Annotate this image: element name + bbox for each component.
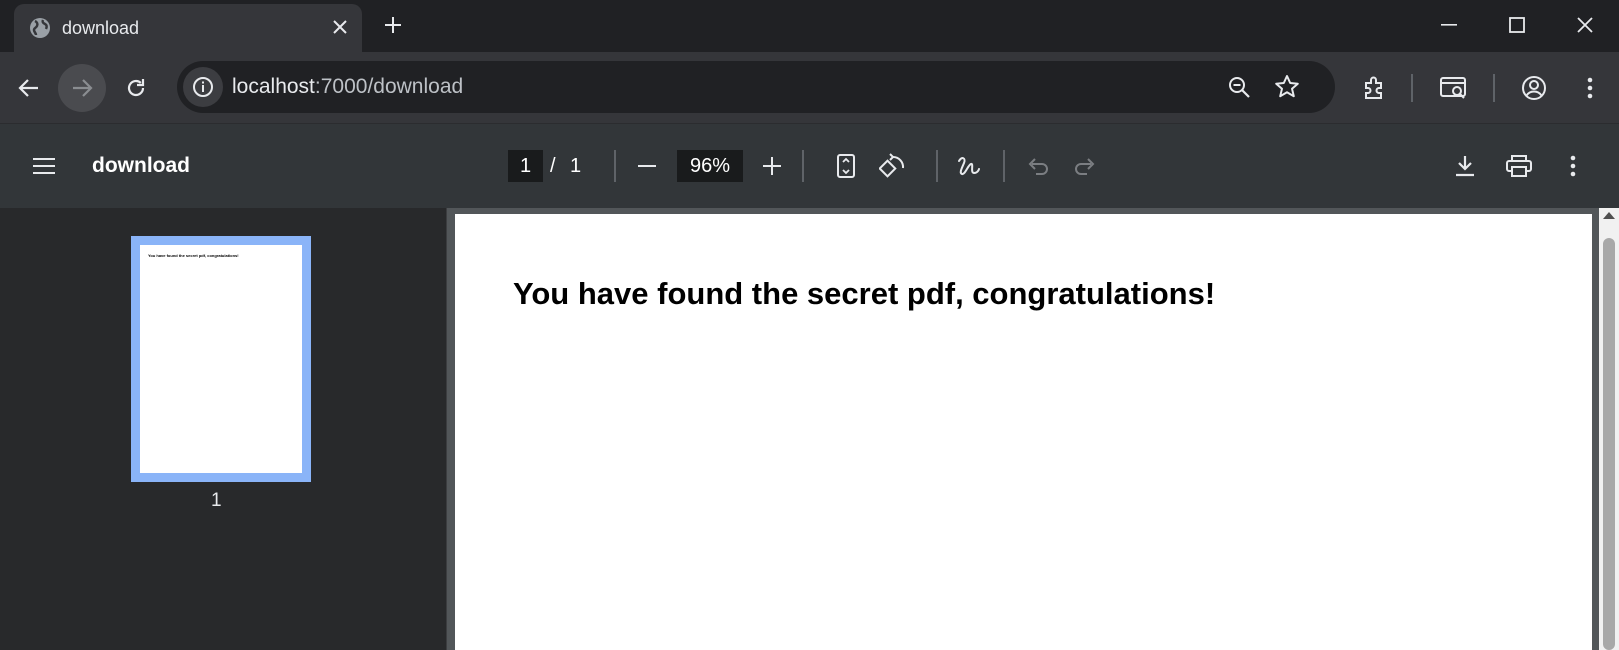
- maximize-button[interactable]: [1483, 0, 1551, 50]
- back-button[interactable]: [5, 64, 53, 112]
- total-pages: 1: [570, 155, 582, 177]
- zoom-level-input[interactable]: 96%: [677, 150, 743, 182]
- annotate-pen-icon[interactable]: [949, 146, 989, 186]
- fit-to-page-icon[interactable]: [826, 146, 866, 186]
- pdf-viewer: You have found the secret pdf, congratul…: [447, 208, 1619, 650]
- download-icon[interactable]: [1445, 146, 1485, 186]
- pdf-title: download: [92, 154, 190, 177]
- pdf-page: You have found the secret pdf, congratul…: [455, 214, 1592, 650]
- close-window-button[interactable]: [1551, 0, 1619, 50]
- print-icon[interactable]: [1499, 146, 1539, 186]
- url-text[interactable]: localhost:7000/download: [232, 75, 463, 99]
- zoom-out-icon[interactable]: [627, 146, 667, 186]
- bookmark-star-icon[interactable]: [1274, 74, 1300, 100]
- browser-toolbar: localhost:7000/download: [0, 52, 1619, 124]
- pdf-toolbar-divider: [1003, 150, 1005, 182]
- page-number-input[interactable]: 1: [508, 150, 543, 182]
- minimize-button[interactable]: [1415, 0, 1483, 50]
- redo-icon[interactable]: [1065, 146, 1105, 186]
- page-heading: You have found the secret pdf, congratul…: [513, 276, 1216, 311]
- new-tab-button[interactable]: [378, 10, 408, 40]
- site-info-icon[interactable]: [183, 67, 223, 107]
- pdf-more-options-icon[interactable]: [1553, 146, 1593, 186]
- url-host: localhost: [232, 75, 315, 98]
- pdf-toolbar: download 1 / 1 96%: [0, 124, 1619, 208]
- pdf-toolbar-divider: [936, 150, 938, 182]
- scrollbar-thumb[interactable]: [1603, 238, 1615, 650]
- pdf-toolbar-divider: [802, 150, 804, 182]
- zoom-icon[interactable]: [1227, 75, 1251, 99]
- toolbar-divider: [1493, 74, 1495, 102]
- thumbnail-page-number: 1: [211, 490, 222, 511]
- rotate-icon[interactable]: [873, 146, 913, 186]
- reload-button[interactable]: [112, 64, 160, 112]
- toolbar-divider: [1411, 74, 1413, 102]
- scroll-up-arrow-icon[interactable]: [1603, 212, 1615, 219]
- url-path: :7000/download: [314, 75, 464, 98]
- sidebar-menu-icon[interactable]: [24, 146, 64, 186]
- forward-button[interactable]: [58, 64, 106, 112]
- browser-menu-icon[interactable]: [1566, 64, 1614, 112]
- pdf-toolbar-divider: [614, 150, 616, 182]
- tab-search-icon[interactable]: [1430, 64, 1478, 112]
- zoom-in-icon[interactable]: [752, 146, 792, 186]
- tab-strip: download: [0, 0, 1619, 52]
- globe-icon: [28, 16, 52, 40]
- page-separator: /: [550, 155, 556, 177]
- browser-tab[interactable]: download: [14, 4, 362, 52]
- extensions-icon[interactable]: [1350, 64, 1398, 112]
- undo-icon[interactable]: [1018, 146, 1058, 186]
- tab-title: download: [62, 18, 140, 38]
- thumbnail-sidebar: You have found the secret pdf, congratul…: [0, 208, 447, 650]
- vertical-scrollbar[interactable]: [1599, 208, 1619, 650]
- page-thumbnail[interactable]: You have found the secret pdf, congratul…: [131, 236, 311, 482]
- thumbnail-page-preview: You have found the secret pdf, congratul…: [140, 245, 302, 473]
- profile-avatar-icon[interactable]: [1510, 64, 1558, 112]
- thumbnail-heading: You have found the secret pdf, congratul…: [148, 253, 239, 258]
- address-bar[interactable]: localhost:7000/download: [177, 61, 1335, 113]
- tab-close-icon[interactable]: [327, 14, 353, 40]
